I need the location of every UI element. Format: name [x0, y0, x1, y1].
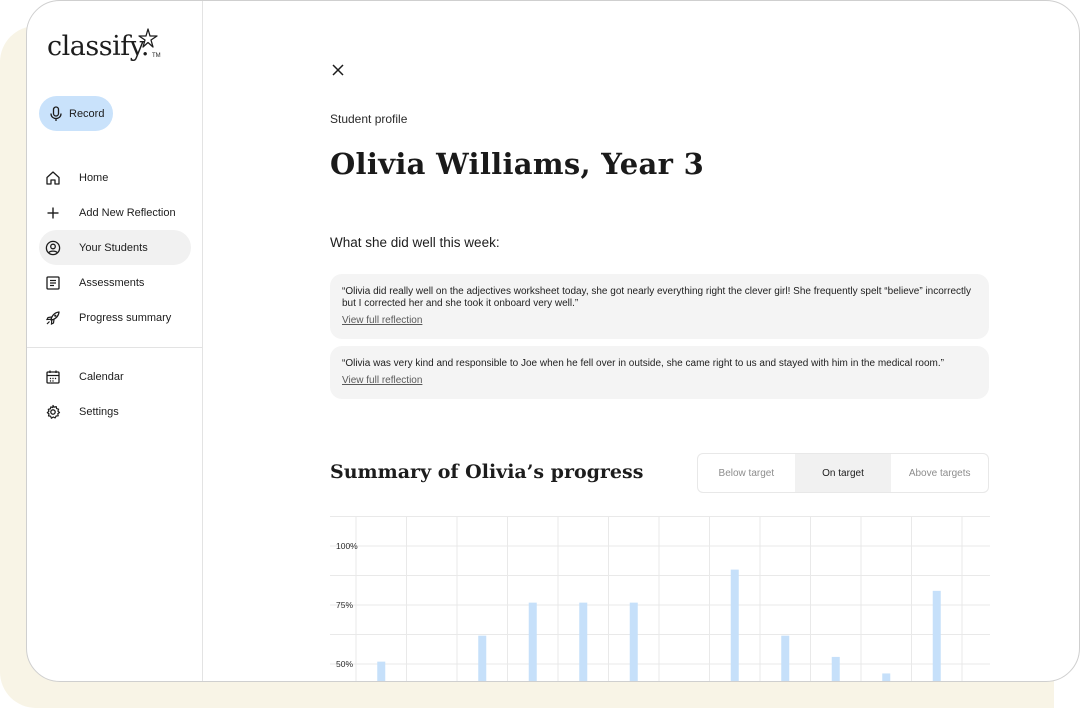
chart-bar: [831, 656, 840, 681]
chart-bar: [579, 602, 588, 681]
close-icon[interactable]: [331, 63, 345, 77]
gear-icon: [46, 404, 61, 419]
main-content: Student profile Olivia Williams, Year 3 …: [203, 1, 1079, 681]
plus-icon: [47, 207, 59, 218]
sidebar-item-label: Settings: [79, 405, 119, 418]
record-label: Record: [69, 107, 105, 120]
page-title: Olivia Williams, Year 3: [330, 147, 705, 181]
star-icon: [138, 28, 158, 48]
chart-bar: [730, 569, 739, 681]
sidebar-item-your-students[interactable]: Your Students: [39, 230, 191, 265]
sidebar-item-label: Assessments: [79, 276, 145, 289]
brand-logo: classify.: [47, 31, 149, 62]
home-icon: [46, 170, 60, 185]
page-eyebrow: Student profile: [330, 112, 408, 126]
calendar-icon: [46, 370, 60, 384]
sidebar-item-label: Add New Reflection: [79, 206, 176, 219]
chart-bar: [629, 602, 638, 681]
sidebar-item-label: Your Students: [79, 241, 148, 254]
sidebar: classify. TM Record Home Add New Reflect…: [27, 1, 203, 681]
sidebar-item-progress-summary[interactable]: Progress summary: [39, 300, 191, 335]
reflection-card: “Olivia did really well on the adjective…: [330, 274, 989, 339]
chart-bar: [932, 590, 941, 681]
filter-below-target[interactable]: Below target: [698, 454, 795, 492]
sidebar-item-label: Calendar: [79, 370, 124, 383]
y-tick-label: 100%: [336, 541, 358, 551]
y-tick-label: 75%: [336, 600, 353, 610]
target-filter: Below target On target Above targets: [697, 453, 989, 493]
record-button[interactable]: Record: [39, 96, 113, 131]
chart-bar: [528, 602, 537, 681]
document-icon: [46, 275, 60, 290]
reflection-text: “Olivia did really well on the adjective…: [342, 286, 972, 309]
sidebar-item-add-new-reflection[interactable]: Add New Reflection: [39, 195, 191, 230]
progress-chart: 100% 75% 50%: [330, 516, 990, 681]
sidebar-item-label: Home: [79, 171, 109, 184]
sidebar-divider: [27, 347, 203, 348]
view-full-reflection-link[interactable]: View full reflection: [342, 315, 422, 327]
sidebar-item-calendar[interactable]: Calendar: [39, 359, 191, 394]
reflection-card: “Olivia was very kind and responsible to…: [330, 346, 989, 399]
trademark-mark: TM: [152, 53, 161, 59]
y-tick-label: 50%: [336, 659, 353, 669]
user-circle-icon: [45, 240, 61, 255]
filter-above-targets[interactable]: Above targets: [891, 454, 988, 492]
chart-bar: [377, 661, 386, 681]
view-full-reflection-link[interactable]: View full reflection: [342, 375, 422, 387]
filter-on-target[interactable]: On target: [794, 454, 892, 492]
section-heading: What she did well this week:: [330, 235, 500, 250]
chart-bar: [882, 673, 891, 681]
sidebar-item-settings[interactable]: Settings: [39, 394, 191, 429]
app-window: classify. TM Record Home Add New Reflect…: [26, 0, 1080, 682]
sidebar-item-home[interactable]: Home: [39, 160, 191, 195]
chart-bar: [781, 635, 790, 681]
rocket-icon: [46, 310, 60, 325]
reflection-text: “Olivia was very kind and responsible to…: [342, 358, 944, 369]
progress-summary-title: Summary of Olivia’s progress: [330, 461, 644, 483]
sidebar-item-assessments[interactable]: Assessments: [39, 265, 191, 300]
microphone-icon: [50, 105, 62, 121]
chart-bar: [478, 635, 487, 681]
sidebar-item-label: Progress summary: [79, 311, 172, 324]
